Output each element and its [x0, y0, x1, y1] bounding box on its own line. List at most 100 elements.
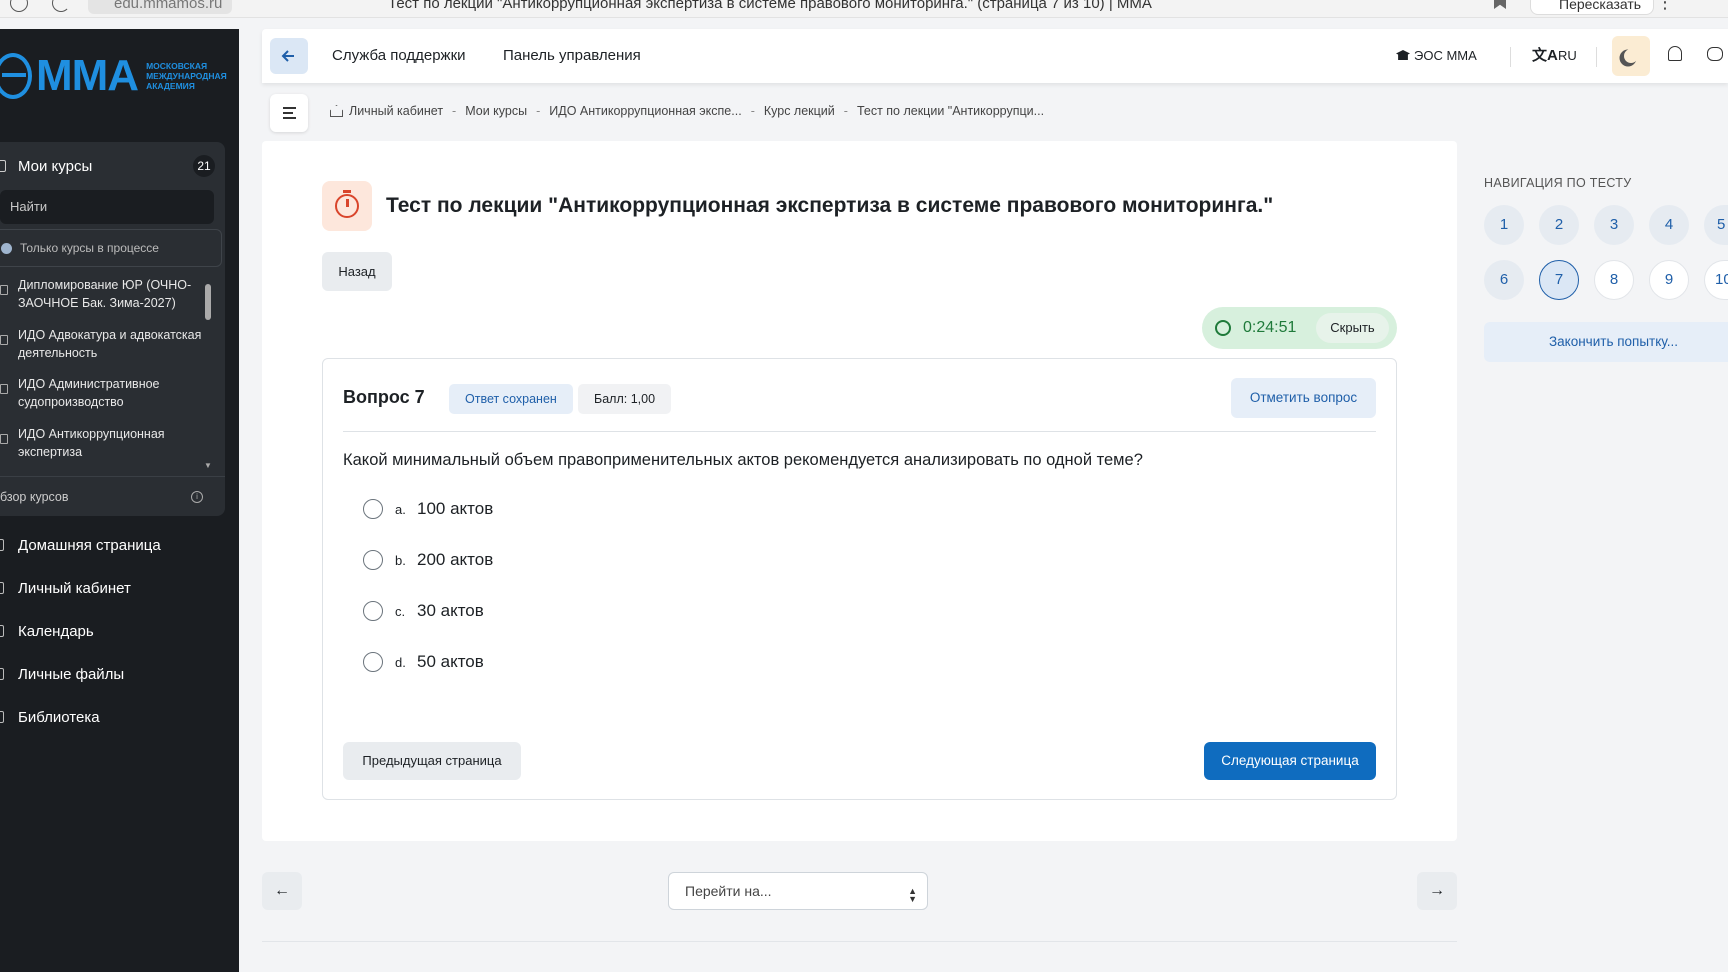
option-text[interactable]: 30 актов	[417, 601, 484, 621]
reload-icon[interactable]	[52, 0, 70, 12]
calendar-icon	[0, 625, 4, 637]
sidebar-nav: Домашняя страница Личный кабинет Календа…	[0, 537, 239, 752]
next-page-button[interactable]: Следующая страница	[1204, 742, 1376, 780]
quiz-nav-button[interactable]: 4	[1649, 205, 1689, 245]
messages-icon[interactable]	[1707, 47, 1723, 61]
my-courses-panel: Мои курсы 21 Найти Только курсы в процес…	[0, 142, 225, 516]
menu-dots-icon[interactable]: ⋮	[1656, 0, 1674, 13]
sidebar-item-calendar[interactable]: Календарь	[0, 623, 239, 666]
bell-icon[interactable]	[1668, 46, 1682, 61]
breadcrumb-item[interactable]: Мои курсы	[465, 104, 527, 118]
option-letter: a.	[395, 501, 406, 517]
info-icon[interactable]: i	[191, 490, 203, 503]
sidebar: ММА МОСКОВСКАЯ МЕЖДУНАРОДНАЯ АКАДЕМИЯ Мо…	[0, 29, 239, 972]
course-label: ИДО Адвокатура и адвокатская деятельност…	[18, 327, 202, 360]
answer-radio[interactable]	[363, 652, 383, 672]
quiz-nav-button[interactable]: 5	[1704, 205, 1728, 245]
course-search-input[interactable]: Найти	[0, 190, 214, 224]
library-icon	[0, 711, 4, 723]
breadcrumb-separator: -	[536, 104, 541, 118]
sidebar-item-library[interactable]: Библиотека	[0, 709, 239, 752]
sidebar-item-home[interactable]: Домашняя страница	[0, 537, 239, 580]
course-overview-link[interactable]: бзор курсов i	[0, 476, 225, 516]
option-text[interactable]: 200 актов	[417, 550, 493, 570]
next-activity-button[interactable]: →	[1417, 872, 1457, 910]
stopwatch-hand	[346, 199, 349, 207]
quiz-nav-button[interactable]: 1	[1484, 205, 1524, 245]
breadcrumb-item[interactable]: ИДО Антикоррупционная экспе...	[549, 104, 741, 118]
in-progress-filter[interactable]: Только курсы в процессе	[0, 229, 222, 267]
answer-option-d[interactable]: d. 50 актов	[363, 647, 484, 677]
quiz-nav-button-current[interactable]: 7	[1539, 260, 1579, 300]
course-item[interactable]: ИДО Административное судопроизводство	[0, 371, 217, 421]
logo[interactable]: ММА МОСКОВСКАЯ МЕЖДУНАРОДНАЯ АКАДЕМИЯ	[0, 51, 227, 101]
option-text[interactable]: 100 актов	[417, 499, 493, 519]
page-title-bar: Тест по лекции "Антикоррупционная экспер…	[388, 0, 1152, 12]
course-list-scrollbar[interactable]	[205, 284, 211, 320]
hide-timer-button[interactable]: Скрыть	[1316, 313, 1389, 343]
answer-radio[interactable]	[363, 550, 383, 570]
course-item[interactable]: ИДО Адвокатура и адвокатская деятельност…	[0, 322, 217, 372]
bookmark-icon[interactable]	[1494, 0, 1506, 9]
course-list: Дипломирование ЮР (ОЧНО-ЗАОЧНОЕ Бак. Зим…	[0, 272, 217, 472]
dashboard-link[interactable]: Панель управления	[503, 29, 641, 83]
score-badge: Балл: 1,00	[578, 384, 672, 414]
quiz-nav-button[interactable]: 10	[1704, 260, 1728, 300]
support-link[interactable]: Служба поддержки	[332, 29, 466, 83]
flag-question-button[interactable]: Отметить вопрос	[1231, 378, 1376, 418]
answer-radio[interactable]	[363, 499, 383, 519]
scroll-down-icon[interactable]: ▼	[204, 461, 212, 470]
graduation-cap-icon	[1396, 50, 1410, 60]
answer-radio[interactable]	[363, 601, 383, 621]
option-letter: c.	[395, 603, 406, 619]
breadcrumb-item[interactable]: Личный кабинет	[349, 104, 443, 118]
translate-icon: 文A	[1532, 47, 1558, 64]
quiz-nav-button[interactable]: 2	[1539, 205, 1579, 245]
breadcrumb-item[interactable]: Курс лекций	[764, 104, 835, 118]
course-icon	[0, 384, 8, 394]
status-badge: Ответ сохранен	[449, 384, 573, 414]
menu-icon-line	[283, 117, 296, 119]
course-item[interactable]: ИДО Антикоррупционная экспертиза	[0, 421, 217, 471]
eos-link[interactable]: ЭОС ММА	[1396, 29, 1477, 83]
retell-button[interactable]: Пересказать	[1530, 0, 1655, 15]
filter-radio[interactable]	[1, 242, 12, 254]
quiz-icon	[322, 181, 372, 231]
answer-option-a[interactable]: a. 100 актов	[363, 494, 493, 524]
language-selector[interactable]: 文A RU	[1532, 29, 1577, 83]
shield-icon[interactable]	[10, 0, 28, 12]
dark-mode-toggle[interactable]	[1612, 36, 1650, 76]
course-icon	[0, 285, 8, 295]
divider	[1510, 47, 1511, 67]
divider	[343, 431, 1376, 432]
home-icon[interactable]	[330, 105, 343, 117]
back-button[interactable]: Назад	[322, 252, 392, 291]
moon-icon	[1624, 49, 1638, 63]
answer-option-b[interactable]: b. 200 актов	[363, 545, 493, 575]
open-drawer-button[interactable]	[270, 94, 308, 132]
sidebar-item-dashboard[interactable]: Личный кабинет	[0, 580, 239, 623]
my-courses-header[interactable]: Мои курсы 21	[0, 142, 225, 190]
collapse-sidebar-button[interactable]	[270, 38, 308, 74]
logo-text: ММА	[36, 51, 139, 100]
finish-attempt-button[interactable]: Закончить попытку...	[1484, 322, 1728, 362]
quiz-nav-button[interactable]: 8	[1594, 260, 1634, 300]
answer-option-c[interactable]: c. 30 актов	[363, 596, 484, 626]
question-card: Вопрос 7 Ответ сохранен Балл: 1,00 Отмет…	[322, 358, 1397, 800]
breadcrumb-separator: -	[750, 104, 755, 118]
quiz-nav-button[interactable]: 6	[1484, 260, 1524, 300]
breadcrumb-item[interactable]: Тест по лекции "Антикоррупци...	[857, 104, 1044, 118]
quiz-nav-button[interactable]: 9	[1649, 260, 1689, 300]
address-bar[interactable]: edu.mmamos.ru	[88, 0, 233, 14]
option-text[interactable]: 50 актов	[417, 652, 484, 672]
quiz-nav-button[interactable]: 3	[1594, 205, 1634, 245]
previous-activity-button[interactable]: ←	[262, 872, 302, 910]
option-letter: d.	[395, 654, 406, 670]
sidebar-item-files[interactable]: Личные файлы	[0, 666, 239, 709]
jump-to-select[interactable]: Перейти на... ▲ ▼	[668, 872, 928, 910]
previous-page-button[interactable]: Предыдущая страница	[343, 742, 521, 780]
course-item[interactable]: Дипломирование ЮР (ОЧНО-ЗАОЧНОЕ Бак. Зим…	[0, 272, 217, 322]
divider	[1596, 47, 1597, 67]
option-letter: b.	[395, 552, 406, 568]
home-icon	[0, 539, 4, 551]
